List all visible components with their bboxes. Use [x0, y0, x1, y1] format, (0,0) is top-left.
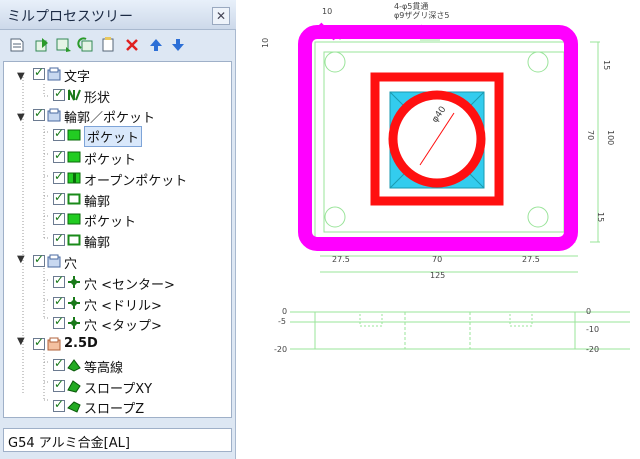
- pocket-icon: [67, 213, 81, 225]
- checkbox[interactable]: [33, 335, 45, 350]
- side-right-zero: 0: [586, 307, 591, 316]
- hole-icon: [68, 297, 80, 309]
- hole-icon: [68, 276, 80, 288]
- tree-item-label: 形状: [84, 91, 111, 106]
- move-down-icon[interactable]: [169, 36, 187, 54]
- checkbox[interactable]: [53, 397, 65, 412]
- copy-icon[interactable]: [77, 36, 95, 54]
- tree-item-label: 穴: [64, 257, 78, 272]
- side-right-minus-20: -20: [586, 345, 599, 354]
- svg-text:▼: ▼: [17, 336, 25, 347]
- pocket-icon: [67, 151, 81, 163]
- checkbox[interactable]: [53, 190, 65, 205]
- tree-item-label: ポケット: [84, 126, 143, 147]
- checkbox[interactable]: [33, 106, 45, 121]
- checkbox[interactable]: [53, 314, 65, 329]
- checkbox[interactable]: [53, 148, 65, 163]
- dim-right-bottom: 15: [596, 212, 605, 222]
- tree-item-label: 穴 <センター>: [84, 278, 175, 293]
- dim-pocket-height: 70: [586, 130, 595, 140]
- tree-item-label: 穴 <タップ>: [84, 319, 162, 334]
- new-process-icon[interactable]: [8, 36, 26, 54]
- tree-item-label: 輪郭: [84, 195, 111, 210]
- tree-item-label: 等高線: [84, 361, 124, 376]
- group-icon: [47, 254, 61, 268]
- tree-item-label: オープンポケット: [84, 174, 188, 189]
- dim-right-top: 15: [602, 60, 611, 70]
- svg-text:▼: ▼: [17, 254, 25, 265]
- tree-item-label: スロープXY: [84, 382, 153, 397]
- contour-icon: [67, 193, 81, 205]
- paste-icon[interactable]: [99, 36, 117, 54]
- dim-left-height: 10: [261, 38, 270, 48]
- checkbox[interactable]: [53, 231, 65, 246]
- checkbox[interactable]: [53, 356, 65, 371]
- contour-line-icon: [67, 359, 81, 372]
- dim-top-width: 10: [322, 7, 332, 16]
- slope-xy-icon: [67, 380, 81, 393]
- checkbox[interactable]: [53, 273, 65, 288]
- checkbox[interactable]: [33, 65, 45, 80]
- side-left-minus-20: -20: [274, 345, 287, 354]
- dim-bottom-center: 70: [432, 255, 442, 264]
- checkbox[interactable]: [53, 377, 65, 392]
- contour-icon: [67, 234, 81, 246]
- open-pocket-icon: [67, 172, 81, 184]
- delete-icon[interactable]: [123, 36, 141, 54]
- tree-item-label: 輪郭: [84, 236, 111, 251]
- slope-z-icon: [67, 401, 81, 413]
- checkbox[interactable]: [53, 210, 65, 225]
- dim-total-height: 100: [606, 130, 615, 145]
- tree-item-label: 輪郭／ポケット: [64, 111, 156, 126]
- checkbox[interactable]: [53, 86, 65, 101]
- tree-item-label: スロープZ: [84, 402, 145, 417]
- import-icon[interactable]: [33, 36, 51, 54]
- pocket-icon: [67, 129, 81, 141]
- note-through-holes: 4-φ5貫通: [394, 1, 428, 11]
- side-view: 0 -5 -20 0 -10 -20: [274, 307, 630, 354]
- panel-title-text: ミルプロセスツリー: [7, 9, 133, 25]
- tree-item-label: ポケット: [84, 153, 137, 168]
- dim-bottom-left: 27.5: [332, 255, 350, 264]
- mill-process-tree-panel: ミルプロセスツリー ✕ ▼ ▼ ▼ ▼ 文字: [0, 0, 236, 459]
- move-up-icon[interactable]: [147, 36, 165, 54]
- group-2-5d-icon: [47, 337, 61, 351]
- svg-text:▼: ▼: [17, 112, 25, 123]
- svg-text:▼: ▼: [17, 71, 25, 82]
- note-counterbore: φ9ザグリ深さ5: [394, 10, 449, 20]
- group-icon: [47, 67, 61, 81]
- toolbar: [3, 33, 232, 59]
- side-left-zero: 0: [282, 307, 287, 316]
- process-tree: ▼ ▼ ▼ ▼ 文字 形状 輪郭／ポケット ポケット ポケット: [3, 61, 232, 418]
- tree-item-label: 文字: [64, 70, 91, 85]
- hole-icon: [68, 317, 80, 329]
- tree-item-label: ポケット: [84, 215, 137, 230]
- side-left-minus-5: -5: [278, 317, 286, 326]
- shape-icon: [68, 89, 81, 101]
- checkbox[interactable]: [53, 169, 65, 184]
- dim-total-width: 125: [430, 271, 445, 280]
- add-step-icon[interactable]: [55, 36, 73, 54]
- material-status: G54 アルミ合金[AL]: [3, 428, 232, 452]
- checkbox[interactable]: [33, 252, 45, 267]
- group-icon: [47, 108, 61, 122]
- tree-item-label: 2.5D: [64, 336, 98, 351]
- dim-bottom-right: 27.5: [522, 255, 540, 264]
- close-button[interactable]: ✕: [212, 7, 230, 25]
- tree-item-label: 穴 <ドリル>: [84, 299, 162, 314]
- checkbox[interactable]: [53, 294, 65, 309]
- side-right-minus-10: -10: [586, 325, 599, 334]
- checkbox[interactable]: [53, 126, 65, 141]
- panel-title: ミルプロセスツリー ✕: [0, 0, 236, 30]
